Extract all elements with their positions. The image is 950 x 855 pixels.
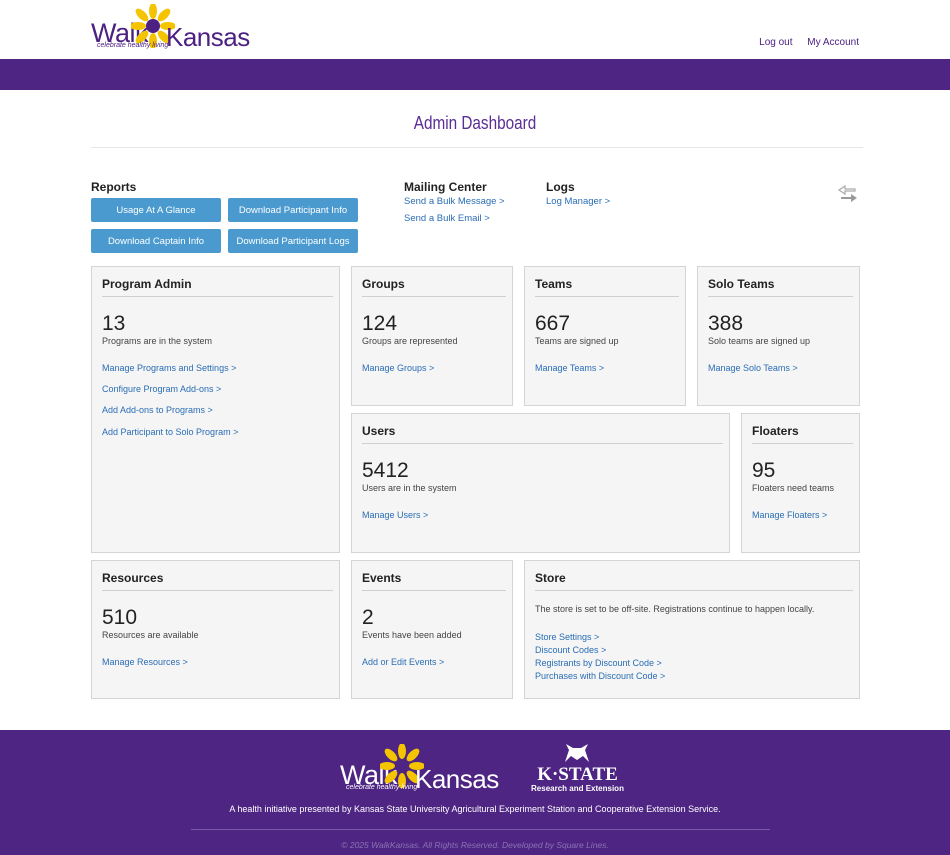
download-captain-info-button[interactable]: Download Captain Info (91, 229, 221, 253)
card-title: Events (362, 571, 402, 585)
card-title: Solo Teams (708, 277, 775, 291)
solo-teams-count: 388 (708, 312, 744, 335)
resources-caption: Resources are available (102, 630, 199, 640)
card-divider (362, 296, 506, 297)
teams-card: Teams 667 Teams are signed up Manage Tea… (524, 266, 686, 406)
footer-logo-tagline: celebrate healthy living (346, 784, 418, 791)
title-divider (91, 147, 863, 148)
walk-kansas-logo[interactable]: Walk Kansas celebrate healthy living (91, 4, 251, 52)
purchases-with-discount-link[interactable]: Purchases with Discount Code > (535, 671, 665, 681)
program-admin-card: Program Admin 13 Programs are in the sys… (91, 266, 340, 553)
my-account-link[interactable]: My Account (807, 37, 859, 48)
account-nav: Log out My Account (747, 37, 859, 48)
store-settings-link[interactable]: Store Settings > (535, 632, 599, 642)
store-description: The store is set to be off-site. Registr… (535, 604, 815, 614)
site-header: Walk Kansas celebrate healthy living Log… (0, 0, 950, 59)
card-divider (102, 296, 333, 297)
card-title: Store (535, 571, 566, 585)
floaters-card: Floaters 95 Floaters need teams Manage F… (741, 413, 860, 553)
groups-caption: Groups are represented (362, 336, 458, 346)
add-addons-link[interactable]: Add Add-ons to Programs > (102, 405, 213, 415)
resources-card: Resources 510 Resources are available Ma… (91, 560, 340, 699)
card-title: Program Admin (102, 277, 192, 291)
card-title: Teams (535, 277, 573, 291)
configure-addons-link[interactable]: Configure Program Add-ons > (102, 384, 221, 394)
add-edit-events-link[interactable]: Add or Edit Events > (362, 657, 444, 667)
wildcat-icon (565, 744, 589, 762)
solo-teams-caption: Solo teams are signed up (708, 336, 811, 346)
mailing-center-heading: Mailing Center (404, 180, 487, 194)
logs-heading: Logs (546, 180, 575, 194)
manage-programs-link[interactable]: Manage Programs and Settings > (102, 363, 236, 373)
programs-caption: Programs are in the system (102, 336, 213, 346)
download-participant-logs-button[interactable]: Download Participant Logs (228, 229, 358, 253)
events-count: 2 (362, 606, 374, 629)
solo-teams-card: Solo Teams 388 Solo teams are signed up … (697, 266, 860, 406)
users-caption: Users are in the system (362, 483, 457, 493)
teams-count: 667 (535, 312, 571, 335)
programs-count: 13 (102, 312, 126, 335)
discount-codes-link[interactable]: Discount Codes > (535, 645, 606, 655)
swap-arrows-icon[interactable] (837, 183, 859, 205)
footer-logo-kansas-text: Kansas (415, 764, 499, 794)
footer-walk-kansas-logo: Walk Kansas celebrate healthy living (340, 742, 500, 794)
manage-solo-teams-link[interactable]: Manage Solo Teams > (708, 363, 798, 373)
users-card: Users 5412 Users are in the system Manag… (351, 413, 730, 553)
kstate-logo: K·STATE Research and Extension (530, 742, 625, 797)
card-title: Users (362, 424, 396, 438)
teams-caption: Teams are signed up (535, 336, 619, 346)
download-participant-info-button[interactable]: Download Participant Info (228, 198, 358, 222)
card-divider (708, 296, 853, 297)
card-divider (752, 443, 853, 444)
kstate-subtitle: Research and Extension (531, 784, 624, 793)
manage-users-link[interactable]: Manage Users > (362, 510, 428, 520)
send-bulk-message-link[interactable]: Send a Bulk Message > (404, 196, 505, 207)
card-divider (362, 443, 723, 444)
events-card: Events 2 Events have been added Add or E… (351, 560, 513, 699)
manage-resources-link[interactable]: Manage Resources > (102, 657, 188, 667)
logo-kansas-text: Kansas (166, 22, 250, 52)
log-manager-link[interactable]: Log Manager > (546, 196, 610, 207)
page-title: Admin Dashboard (413, 113, 537, 133)
add-participant-solo-link[interactable]: Add Participant to Solo Program > (102, 427, 238, 437)
floaters-caption: Floaters need teams (752, 483, 835, 493)
store-card: Store The store is set to be off-site. R… (524, 560, 860, 699)
users-count: 5412 (362, 459, 409, 482)
registrants-by-discount-link[interactable]: Registrants by Discount Code > (535, 658, 662, 668)
manage-floaters-link[interactable]: Manage Floaters > (752, 510, 827, 520)
usage-at-a-glance-button[interactable]: Usage At A Glance (91, 198, 221, 222)
footer-description: A health initiative presented by Kansas … (229, 804, 721, 814)
groups-card: Groups 124 Groups are represented Manage… (351, 266, 513, 406)
card-divider (362, 590, 506, 591)
card-title: Floaters (752, 424, 799, 438)
card-divider (535, 590, 853, 591)
logout-link[interactable]: Log out (759, 37, 792, 48)
card-title: Groups (362, 277, 405, 291)
floaters-count: 95 (752, 459, 776, 482)
manage-teams-link[interactable]: Manage Teams > (535, 363, 604, 373)
groups-count: 124 (362, 312, 398, 335)
site-footer: Walk Kansas celebrate healthy living K·S… (0, 730, 950, 855)
card-title: Resources (102, 571, 164, 585)
footer-divider (191, 829, 770, 830)
kstate-name: K·STATE (537, 764, 618, 785)
footer-copyright: © 2025 WalkKansas. All Rights Reserved. … (341, 840, 609, 850)
manage-groups-link[interactable]: Manage Groups > (362, 363, 434, 373)
nav-bar (0, 59, 950, 90)
resources-count: 510 (102, 606, 138, 629)
card-divider (535, 296, 679, 297)
logo-tagline: celebrate healthy living (97, 42, 169, 49)
card-divider (102, 590, 333, 591)
events-caption: Events have been added (362, 630, 462, 640)
send-bulk-email-link[interactable]: Send a Bulk Email > (404, 213, 490, 224)
reports-heading: Reports (91, 180, 137, 194)
